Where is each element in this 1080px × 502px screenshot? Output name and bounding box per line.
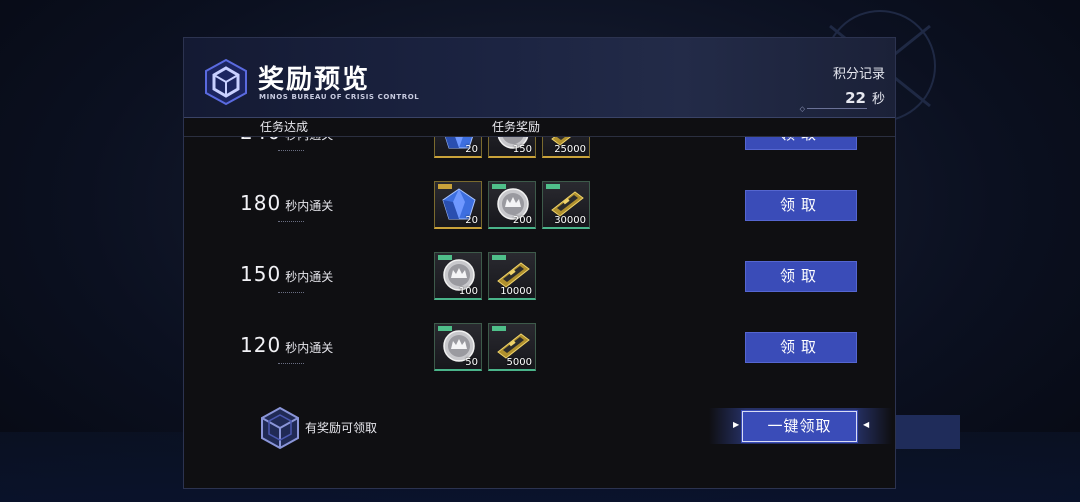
reward-preview-panel: 奖励预览 MINOS BUREAU OF CRISIS CONTROL 积分记录… xyxy=(183,37,896,489)
panel-header: 奖励预览 MINOS BUREAU OF CRISIS CONTROL 积分记录… xyxy=(184,38,895,118)
claim-all-button[interactable]: 一键领取 xyxy=(741,410,858,443)
score-seconds: 22 xyxy=(845,89,866,107)
clear-condition: 180 秒内通关 xyxy=(240,191,334,222)
score-underline xyxy=(807,108,867,109)
reward-items: 20 200 30000 xyxy=(434,181,590,229)
reward-row: 180 秒内通关 20 200 30000 领取 xyxy=(184,181,895,231)
reward-item[interactable]: 20 xyxy=(434,181,482,229)
reward-row: 120 秒内通关 50 5000 领取 xyxy=(184,323,895,373)
reward-items: 100 10000 xyxy=(434,252,536,300)
score-record-label: 积分记录 xyxy=(832,67,885,82)
reward-available-text: 有奖励可领取 xyxy=(305,421,378,435)
dotted-underline xyxy=(278,150,304,151)
clear-condition: 120 秒内通关 xyxy=(240,333,334,364)
reward-quantity: 10000 xyxy=(500,286,532,297)
reward-row: 150 秒内通关 100 10000 领取 xyxy=(184,252,895,302)
column-rewards: 任务奖励 xyxy=(492,120,541,134)
reward-quantity: 5000 xyxy=(506,357,532,368)
reward-list[interactable]: 240秒内通关2015025000领取180秒内通关2020030000领取15… xyxy=(184,118,895,406)
dotted-underline xyxy=(278,221,304,222)
condition-unit: 秒内通关 xyxy=(285,270,334,284)
panel-subtitle: MINOS BUREAU OF CRISIS CONTROL xyxy=(259,93,420,101)
reward-items: 50 5000 xyxy=(434,323,536,371)
reward-item[interactable]: 5000 xyxy=(488,323,536,371)
condition-unit: 秒内通关 xyxy=(285,341,334,355)
reward-quantity: 150 xyxy=(512,144,532,155)
cube-status-icon xyxy=(261,406,299,450)
condition-unit: 秒内通关 xyxy=(285,199,334,213)
hexagon-cube-logo-icon xyxy=(205,58,247,106)
score-unit: 秒 xyxy=(871,92,885,107)
arrow-right-icon: ▶ xyxy=(733,420,740,429)
reward-quantity: 200 xyxy=(512,215,532,226)
condition-seconds: 150 xyxy=(240,262,282,286)
reward-quantity: 30000 xyxy=(554,215,586,226)
reward-item[interactable]: 10000 xyxy=(488,252,536,300)
reward-item[interactable]: 200 xyxy=(488,181,536,229)
reward-item[interactable]: 100 xyxy=(434,252,482,300)
column-header: 任务达成 任务奖励 xyxy=(184,118,895,137)
claim-button[interactable]: 领取 xyxy=(745,190,857,221)
reward-item[interactable]: 30000 xyxy=(542,181,590,229)
arrow-left-icon: ◀ xyxy=(863,420,870,429)
dotted-underline xyxy=(278,292,304,293)
score-record-value: 22 秒 xyxy=(845,88,885,107)
condition-seconds: 180 xyxy=(240,191,282,215)
clear-condition: 150 秒内通关 xyxy=(240,262,334,293)
score-diamond-icon: ◇ xyxy=(799,105,805,113)
column-condition: 任务达成 xyxy=(260,120,309,134)
panel-title: 奖励预览 xyxy=(258,65,371,95)
claim-button[interactable]: 领取 xyxy=(745,261,857,292)
claim-button[interactable]: 领取 xyxy=(745,332,857,363)
condition-seconds: 120 xyxy=(240,333,282,357)
dotted-underline xyxy=(278,363,304,364)
reward-quantity: 20 xyxy=(465,215,478,226)
reward-item[interactable]: 50 xyxy=(434,323,482,371)
reward-quantity: 20 xyxy=(465,144,478,155)
reward-quantity: 100 xyxy=(458,286,478,297)
reward-quantity: 50 xyxy=(465,357,478,368)
reward-quantity: 25000 xyxy=(554,144,586,155)
claim-all-area: ▶ 一键领取 ◀ xyxy=(709,408,892,444)
